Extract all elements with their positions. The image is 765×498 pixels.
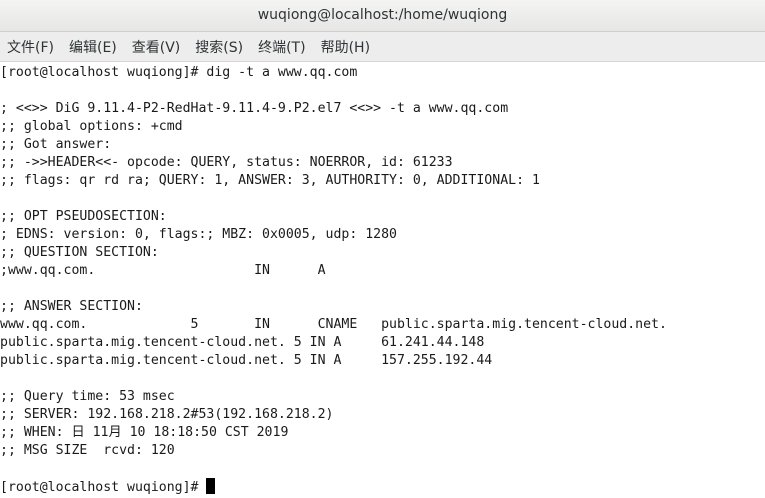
got-answer-line: ;; Got answer: xyxy=(0,137,112,152)
menu-search[interactable]: 搜索(S) xyxy=(188,37,251,57)
menu-file[interactable]: 文件(F) xyxy=(0,37,62,57)
menu-help[interactable]: 帮助(H) xyxy=(314,37,378,57)
answer-section-header: ;; ANSWER SECTION: xyxy=(0,299,143,314)
menu-terminal[interactable]: 终端(T) xyxy=(251,37,313,57)
dig-version-line: ; <<>> DiG 9.11.4-P2-RedHat-9.11.4-9.P2.… xyxy=(0,101,509,116)
flags-line: ;; flags: qr rd ra; QUERY: 1, ANSWER: 3,… xyxy=(0,173,540,188)
menu-bar: 文件(F) 编辑(E) 查看(V) 搜索(S) 终端(T) 帮助(H) xyxy=(0,32,765,62)
global-options-line: ;; global options: +cmd xyxy=(0,119,183,134)
header-line: ;; ->>HEADER<<- opcode: QUERY, status: N… xyxy=(0,155,453,170)
window-titlebar[interactable]: wuqiong@localhost:/home/wuqiong xyxy=(0,0,765,32)
opt-section-header: ;; OPT PSEUDOSECTION: xyxy=(0,209,167,224)
window-title: wuqiong@localhost:/home/wuqiong xyxy=(257,7,508,23)
text-cursor xyxy=(206,478,216,494)
menu-edit[interactable]: 编辑(E) xyxy=(62,37,125,57)
prompt-text: [root@localhost wuqiong]# xyxy=(0,480,207,495)
menu-view[interactable]: 查看(V) xyxy=(125,37,189,57)
terminal-output[interactable]: [root@localhost wuqiong]# dig -t a www.q… xyxy=(0,62,765,498)
edns-line: ; EDNS: version: 0, flags:; MBZ: 0x0005,… xyxy=(0,227,397,242)
question-record-line: ;www.qq.com. IN A xyxy=(0,263,326,278)
server-line: ;; SERVER: 192.168.218.2#53(192.168.218.… xyxy=(0,407,334,422)
query-time-line: ;; Query time: 53 msec xyxy=(0,389,175,404)
answer-a-record-2: public.sparta.mig.tencent-cloud.net. 5 I… xyxy=(0,353,493,368)
prompt-command-line: [root@localhost wuqiong]# dig -t a www.q… xyxy=(0,65,358,80)
answer-a-record-1: public.sparta.mig.tencent-cloud.net. 5 I… xyxy=(0,335,485,350)
when-line: ;; WHEN: 日 11月 10 18:18:50 CST 2019 xyxy=(0,425,289,440)
prompt-line: [root@localhost wuqiong]# xyxy=(0,478,216,496)
msg-size-line: ;; MSG SIZE rcvd: 120 xyxy=(0,443,175,458)
answer-cname-line: www.qq.com. 5 IN CNAME public.sparta.mig… xyxy=(0,317,667,332)
question-section-header: ;; QUESTION SECTION: xyxy=(0,245,159,260)
